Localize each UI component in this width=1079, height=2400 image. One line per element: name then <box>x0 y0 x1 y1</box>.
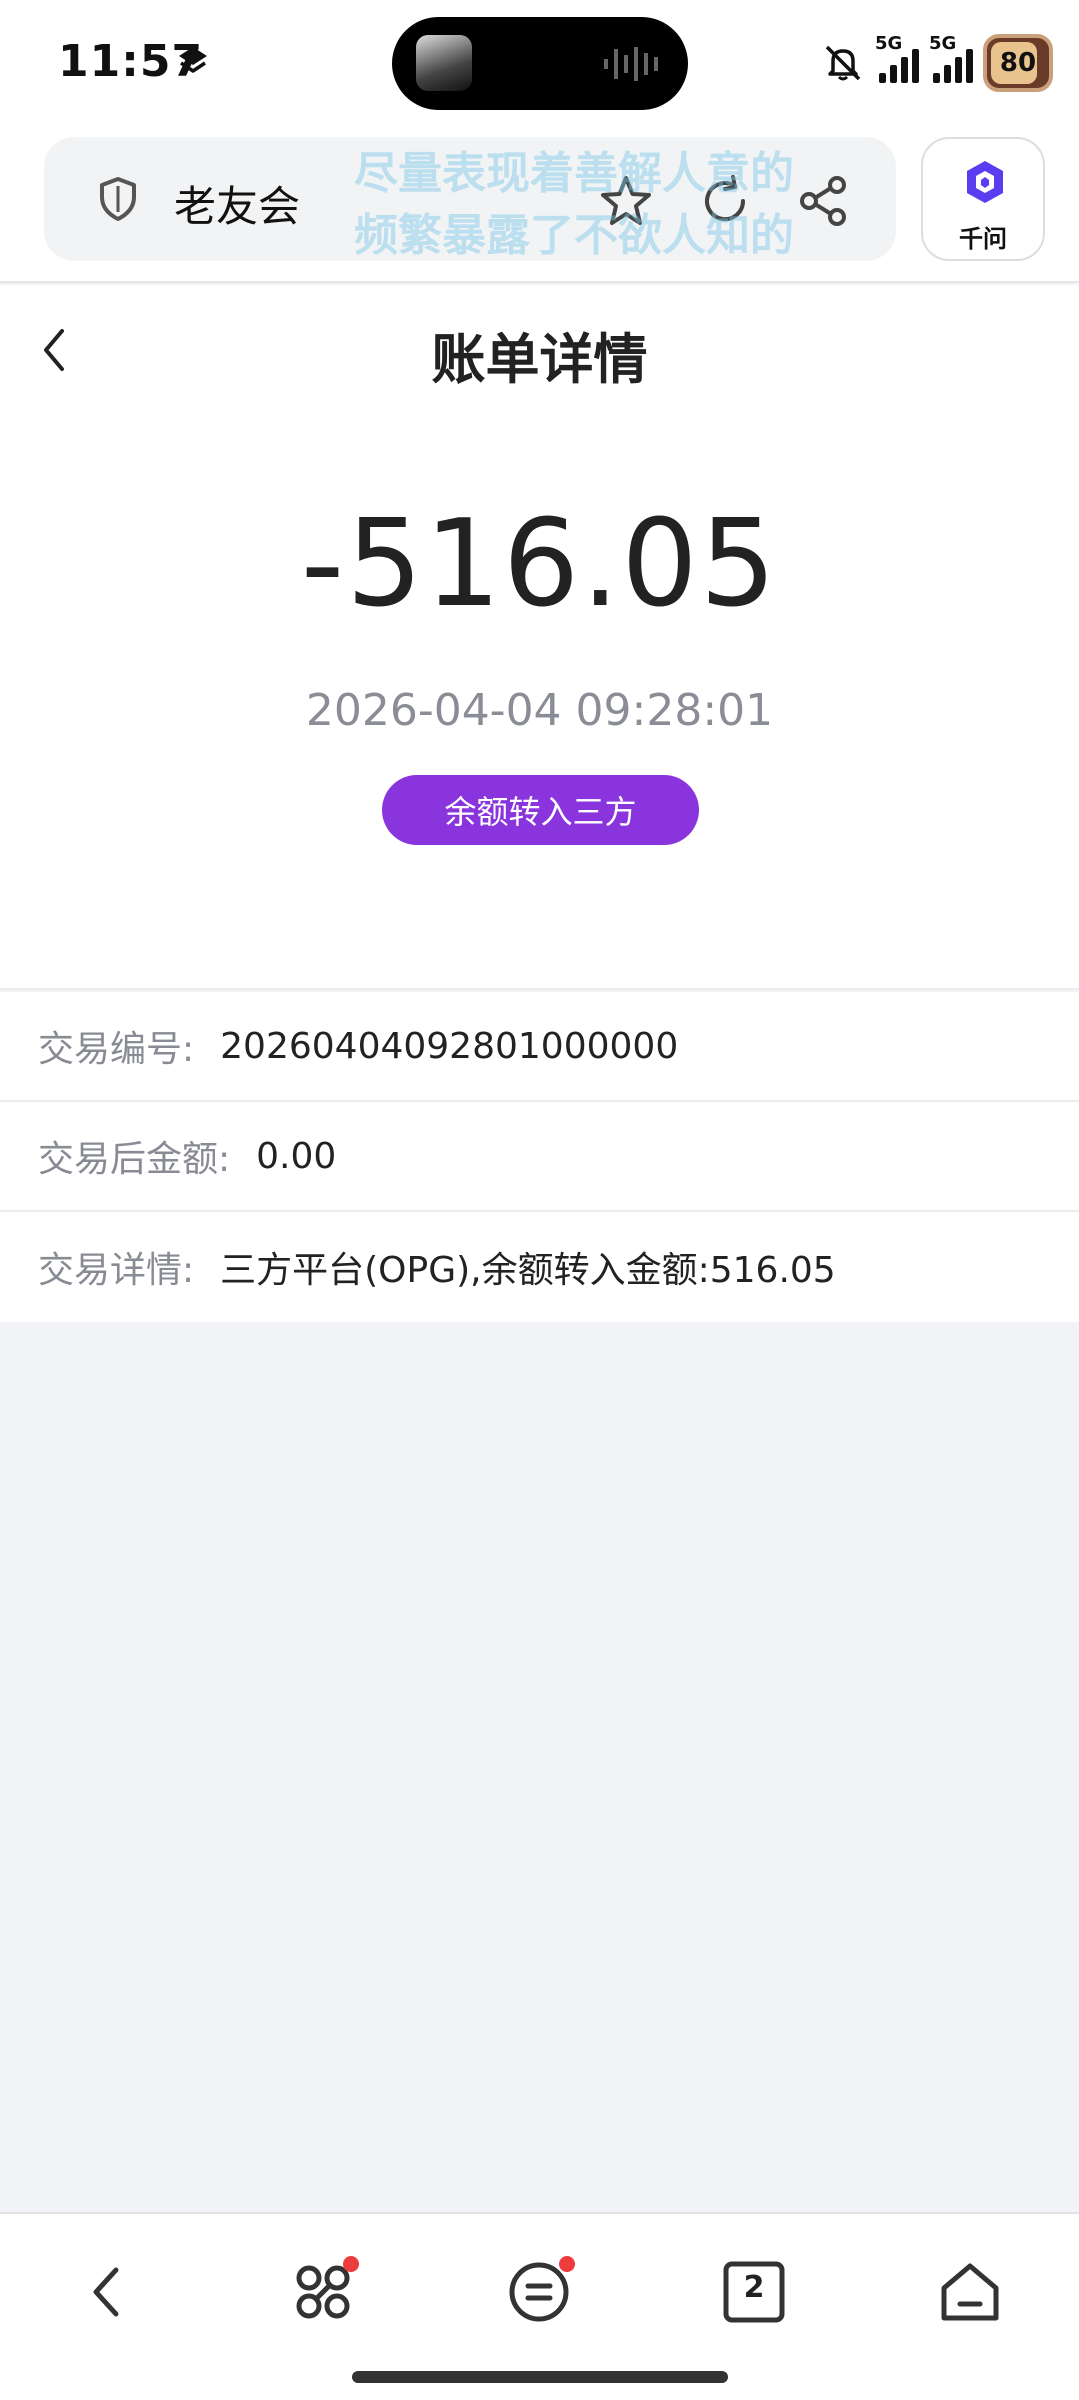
mute-bell-icon <box>825 45 861 81</box>
signal-1-icon: 5G <box>875 33 919 83</box>
detail-label: 交易后金额: <box>38 1139 231 1180</box>
page-header: 账单详情 <box>0 285 1079 415</box>
detail-label: 交易详情: <box>38 1250 195 1291</box>
overlay-line-2: 频繁暴露了不欲人知的 <box>354 210 794 261</box>
battery-level: 80 <box>999 48 1037 78</box>
refresh-icon[interactable] <box>697 173 753 229</box>
detail-value: 三方平台(OPG),余额转入金额:516.05 <box>220 1250 836 1291</box>
nav-home-icon[interactable] <box>932 2254 1008 2330</box>
nav-menu-button[interactable] <box>501 2254 577 2330</box>
qianwen-label: 千问 <box>959 225 1007 253</box>
transaction-summary: -516.05 2026-04-04 09:28:01 余额转入三方 <box>0 415 1079 990</box>
signal-1-label: 5G <box>875 33 903 54</box>
transaction-details: 交易编号: 20260404092801000000 交易后金额: 0.00 交… <box>0 992 1079 1322</box>
media-thumbnail <box>416 35 472 91</box>
detail-label: 交易编号: <box>38 1029 195 1070</box>
shield-icon[interactable] <box>92 173 144 225</box>
transaction-type-badge: 余额转入三方 <box>382 775 699 845</box>
transaction-amount: -516.05 <box>300 495 779 634</box>
tab-count: 2 <box>743 2270 765 2305</box>
browser-toolbar: 老友会 尽量表现着善解人意的 频繁暴露了不欲人知的 千问 <box>0 125 1079 283</box>
nav-tabs-button[interactable]: 2 <box>716 2254 792 2330</box>
detail-value: 0.00 <box>256 1135 337 1177</box>
nav-back-icon[interactable] <box>70 2254 146 2330</box>
overlay-line-1: 尽量表现着善解人意的 <box>354 148 794 199</box>
home-indicator[interactable] <box>352 2371 728 2383</box>
detail-value: 20260404092801000000 <box>220 1025 679 1067</box>
audio-wave-icon <box>604 47 658 81</box>
share-icon[interactable] <box>795 173 851 229</box>
page-title: 账单详情 <box>431 328 648 391</box>
detail-row-balance-after: 交易后金额: 0.00 <box>0 1102 1079 1212</box>
transaction-datetime: 2026-04-04 09:28:01 <box>305 685 774 736</box>
notification-dot <box>343 2256 359 2272</box>
dynamic-island[interactable] <box>392 17 688 110</box>
star-icon[interactable] <box>597 173 655 231</box>
overlay-text: 尽量表现着善解人意的 频繁暴露了不欲人知的 <box>294 143 854 267</box>
qianwen-assistant-button[interactable]: 千问 <box>921 137 1045 261</box>
detail-row-transaction-id: 交易编号: 20260404092801000000 <box>0 992 1079 1102</box>
nav-apps-button[interactable] <box>285 2254 361 2330</box>
status-indicators: 5G 5G 80 <box>821 28 1053 98</box>
qianwen-logo-icon <box>967 161 1003 203</box>
notification-dot <box>559 2256 575 2272</box>
status-bar: 11:57 5G 5G 80 <box>0 0 1079 125</box>
address-bar[interactable]: 老友会 尽量表现着善解人意的 频繁暴露了不欲人知的 <box>44 137 896 261</box>
detail-row-description: 交易详情: 三方平台(OPG),余额转入金额:516.05 <box>0 1212 1079 1322</box>
signal-2-label: 5G <box>929 33 957 54</box>
battery-icon: 80 <box>983 34 1053 92</box>
signal-2-icon: 5G <box>929 33 973 83</box>
layers-icon <box>179 47 207 73</box>
site-title[interactable]: 老友会 <box>174 173 300 234</box>
